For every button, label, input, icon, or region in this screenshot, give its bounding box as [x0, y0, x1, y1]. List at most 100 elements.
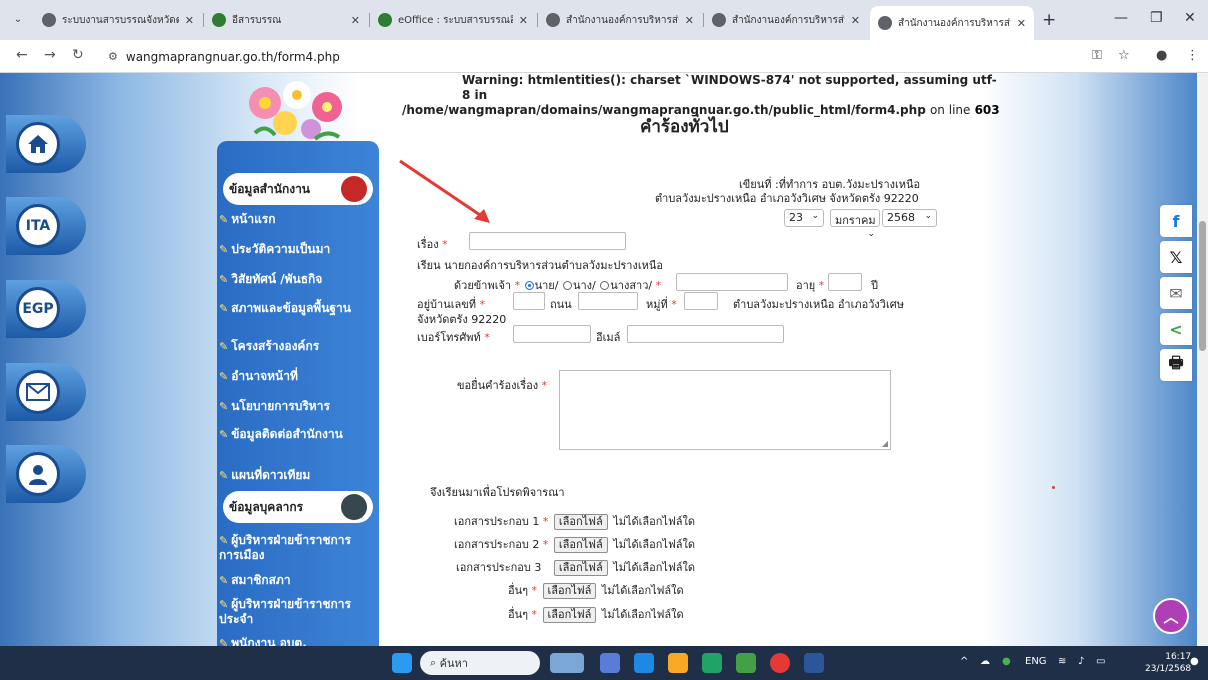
line-icon[interactable]	[736, 653, 756, 673]
forward-icon[interactable]: →	[44, 47, 56, 63]
password-key-icon[interactable]: ⚿	[1092, 48, 1102, 63]
task-view-icon[interactable]	[600, 653, 620, 673]
house-no-input[interactable]	[513, 292, 545, 310]
close-tab-icon[interactable]: ✕	[185, 14, 194, 27]
choose-file-button[interactable]: เลือกไฟล์	[553, 514, 608, 530]
moo-input[interactable]	[684, 292, 718, 310]
menu-item-policy[interactable]: ✎ นโยบายการบริหาร	[219, 399, 375, 414]
mail-link[interactable]	[6, 363, 86, 421]
x-share-icon[interactable]: 𝕏	[1160, 241, 1192, 273]
minimize-icon[interactable]: —	[1114, 10, 1128, 26]
page-scrollbar[interactable]	[1197, 73, 1208, 646]
facebook-share-icon[interactable]: f	[1160, 205, 1192, 237]
close-tab-icon[interactable]: ✕	[685, 14, 694, 27]
globe-icon	[878, 16, 892, 30]
new-tab-button[interactable]: +	[1042, 10, 1056, 30]
menu-item-council-members[interactable]: ✎ สมาชิกสภา	[219, 573, 375, 588]
browser-menu-icon[interactable]: ⋮	[1186, 48, 1199, 63]
print-icon[interactable]: 🖶	[1160, 349, 1192, 381]
close-tab-icon[interactable]: ✕	[1017, 17, 1026, 30]
menu-item-staff[interactable]: ✎ พนักงาน อบต.	[219, 636, 375, 646]
scrollbar-thumb[interactable]	[1199, 221, 1206, 351]
language-indicator[interactable]: ENG	[1025, 656, 1047, 667]
itax-link[interactable]: ITA	[6, 197, 86, 255]
menu-item-label: สมาชิกสภา	[231, 573, 291, 587]
email-input[interactable]	[627, 325, 784, 343]
wifi-icon[interactable]: ≋	[1058, 656, 1066, 667]
email-share-icon[interactable]: ✉	[1160, 277, 1192, 309]
choose-file-button[interactable]: เลือกไฟล์	[542, 583, 597, 599]
menu-item-contact[interactable]: ✎ ข้อมูลติดต่อสำนักงาน	[219, 427, 375, 442]
profile-icon[interactable]: ●	[1156, 48, 1167, 63]
menu-item-permanent-executives[interactable]: ✎ ผู้บริหารฝ่ายข้าราชการประจำ	[219, 597, 375, 626]
restore-icon[interactable]: ❐	[1150, 10, 1163, 26]
request-textarea[interactable]: ◢	[559, 370, 891, 450]
browser-tab[interactable]: สำนักงานองค์การบริหารส่วนตำ ✕	[704, 6, 868, 34]
phone-input[interactable]	[513, 325, 591, 343]
share-icon[interactable]: <	[1160, 313, 1192, 345]
edge-icon[interactable]	[634, 653, 654, 673]
no-file-text: ไม่ได้เลือกไฟล์ใด	[613, 538, 696, 551]
weather-icon[interactable]: ☁	[980, 656, 990, 667]
scroll-to-top-button[interactable]: ︿	[1153, 598, 1189, 634]
menu-item-label: ผู้บริหารฝ่ายข้าราชการการเมือง	[219, 533, 351, 562]
back-icon[interactable]: ←	[16, 47, 28, 63]
url-field[interactable]: ⚙ wangmaprangnuar.go.th/form4.php	[108, 44, 1048, 69]
person-icon	[341, 494, 367, 520]
menu-section-office: ข้อมูลสำนักงาน	[223, 173, 373, 205]
menu-item-home[interactable]: ✎ หน้าแรก	[219, 212, 375, 227]
close-window-icon[interactable]: ✕	[1184, 10, 1196, 26]
notification-bell-icon[interactable]: ●	[1190, 656, 1199, 667]
close-tab-icon[interactable]: ✕	[351, 14, 360, 27]
prefix-mrs-radio[interactable]	[562, 281, 572, 290]
browser-tab[interactable]: eOffice : ระบบสารบรรณอิเล็กท ✕	[370, 6, 536, 34]
menu-item-political-executives[interactable]: ✎ ผู้บริหารฝ่ายข้าราชการการเมือง	[219, 533, 375, 562]
prefix-mr-radio[interactable]	[524, 281, 534, 290]
browser-tab[interactable]: ระบบงานสารบรรณจังหวัดตรัง ✕	[34, 6, 202, 34]
prefix-miss-radio[interactable]	[600, 281, 610, 290]
close-tab-icon[interactable]: ✕	[851, 14, 860, 27]
reload-icon[interactable]: ↻	[72, 47, 84, 63]
date-year-select[interactable]: 2568 ⌄	[882, 209, 937, 227]
clock[interactable]: 16:17 23/1/2568	[1145, 651, 1191, 675]
date-day-select[interactable]: 23 ⌄	[784, 209, 824, 227]
close-tab-icon[interactable]: ✕	[519, 14, 528, 27]
tab-search-icon[interactable]: ⌄	[10, 12, 26, 28]
date-month-select[interactable]: มกราคม ⌄	[830, 209, 880, 239]
user-link[interactable]	[6, 445, 86, 503]
choose-file-button[interactable]: เลือกไฟล์	[553, 560, 608, 576]
road-input[interactable]	[578, 292, 638, 310]
chrome-icon[interactable]	[770, 653, 790, 673]
tray-chevron-icon[interactable]: ^	[960, 656, 968, 667]
resize-grip-icon[interactable]: ◢	[882, 439, 888, 448]
file-explorer-icon[interactable]	[668, 653, 688, 673]
choose-file-button[interactable]: เลือกไฟล์	[542, 607, 597, 623]
excel-icon[interactable]	[702, 653, 722, 673]
subject-input[interactable]	[469, 232, 626, 250]
egp-link[interactable]: EGP	[6, 280, 86, 338]
widget-icon[interactable]	[550, 653, 584, 673]
menu-item-satellite-map[interactable]: ✎ แผนที่ดาวเทียม	[219, 468, 375, 483]
menu-item-structure[interactable]: ✎ โครงสร้างองค์กร	[219, 339, 375, 354]
battery-icon[interactable]: ▭	[1096, 656, 1105, 667]
browser-tab[interactable]: อีสารบรรณ ✕	[204, 6, 368, 34]
choose-file-button[interactable]: เลือกไฟล์	[553, 537, 608, 553]
age-input[interactable]	[828, 273, 862, 291]
taskbar-search[interactable]: ⌕ ค้นหา	[420, 651, 540, 675]
site-info-icon[interactable]: ⚙	[108, 50, 118, 63]
menu-item-basic-info[interactable]: ✎ สภาพและข้อมูลพื้นฐาน	[219, 301, 375, 316]
browser-tab-active[interactable]: สำนักงานองค์การบริหารส่วนตำ ✕	[870, 6, 1034, 40]
browser-tab[interactable]: สำนักงานองค์การบริหารส่วนตำ ✕	[538, 6, 702, 34]
bookmark-star-icon[interactable]: ☆	[1118, 48, 1130, 63]
app-tray-icon[interactable]: ●	[1002, 656, 1011, 667]
windows-start-icon[interactable]	[392, 653, 412, 673]
warning-line: 603	[974, 103, 1000, 117]
volume-icon[interactable]: ♪	[1078, 656, 1084, 667]
word-icon[interactable]	[804, 653, 824, 673]
menu-item-history[interactable]: ✎ ประวัติความเป็นมา	[219, 242, 375, 257]
fullname-input[interactable]	[676, 273, 788, 291]
menu-item-vision[interactable]: ✎ วิสัยทัศน์ /พันธกิจ	[219, 272, 375, 287]
no-file-text: ไม่ได้เลือกไฟล์ใด	[613, 561, 696, 574]
menu-item-authority[interactable]: ✎ อำนาจหน้าที่	[219, 369, 375, 384]
home-link[interactable]	[6, 115, 86, 173]
